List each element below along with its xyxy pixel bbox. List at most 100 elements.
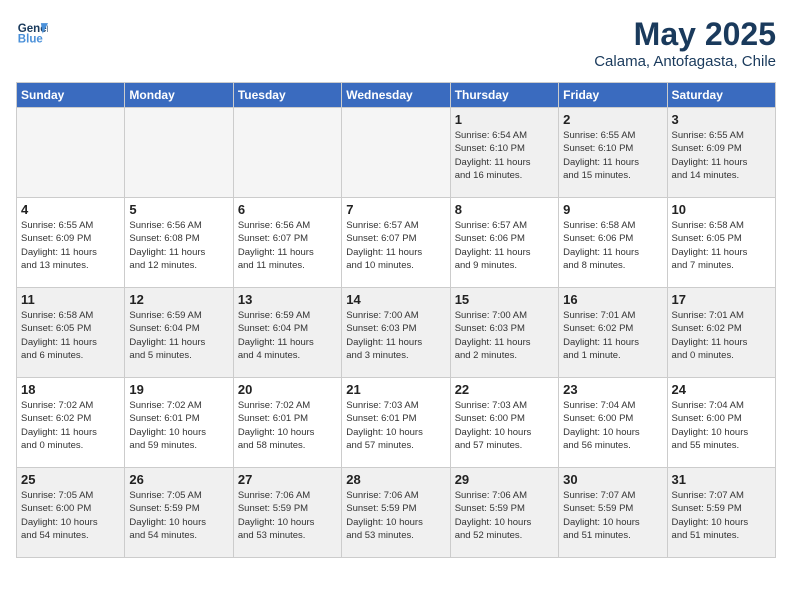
day-number: 21 <box>346 382 445 397</box>
calendar-cell <box>233 108 341 198</box>
week-row-5: 25 Sunrise: 7:05 AM Sunset: 6:00 PM Dayli… <box>17 468 776 558</box>
calendar-cell: 29Sunrise: 7:06 AM Sunset: 5:59 PM Dayli… <box>450 468 558 558</box>
day-info: Sunrise: 7:02 AM Sunset: 6:01 PM Dayligh… <box>129 399 228 452</box>
day-info: Sunrise: 6:59 AM Sunset: 6:04 PM Dayligh… <box>129 309 228 362</box>
day-number: 17 <box>672 292 771 307</box>
day-info: Sunrise: 7:06 AM Sunset: 5:59 PM Dayligh… <box>346 489 445 542</box>
day-number: 5 <box>129 202 228 217</box>
calendar-cell: 27 Sunrise: 7:06 AM Sunset: 5:59 PM Dayli… <box>233 468 341 558</box>
day-info: Sunrise: 7:03 AM Sunset: 6:00 PM Dayligh… <box>455 399 554 452</box>
day-info: Sunrise: 6:55 AM Sunset: 6:09 PM Dayligh… <box>21 219 120 272</box>
day-number: 10 <box>672 202 771 217</box>
day-info: Sunrise: 6:54 AM Sunset: 6:10 PM Dayligh… <box>455 129 554 182</box>
day-info: Sunrise: 7:04 AM Sunset: 6:00 PM Dayligh… <box>672 399 771 452</box>
calendar-cell: 31 Sunrise: 7:07 AM Sunset: 5:59 PM Dayli… <box>667 468 775 558</box>
day-info: Sunrise: 7:07 AM Sunset: 5:59 PM Dayligh… <box>563 489 662 542</box>
day-info: Sunrise: 6:55 AM Sunset: 6:09 PM Dayligh… <box>672 129 771 182</box>
calendar-cell: 9 Sunrise: 6:58 AM Sunset: 6:06 PM Daylig… <box>559 198 667 288</box>
day-number: 31 <box>672 472 771 487</box>
calendar-cell: 12Sunrise: 6:59 AM Sunset: 6:04 PM Dayli… <box>125 288 233 378</box>
day-number: 6 <box>238 202 337 217</box>
calendar-cell: 30Sunrise: 7:07 AM Sunset: 5:59 PM Dayli… <box>559 468 667 558</box>
day-info: Sunrise: 6:55 AM Sunset: 6:10 PM Dayligh… <box>563 129 662 182</box>
calendar-cell: 24 Sunrise: 7:04 AM Sunset: 6:00 PM Dayli… <box>667 378 775 468</box>
calendar-cell: 15 Sunrise: 7:00 AM Sunset: 6:03 PM Dayli… <box>450 288 558 378</box>
day-number: 11 <box>21 292 120 307</box>
calendar-cell: 14 Sunrise: 7:00 AM Sunset: 6:03 PM Dayli… <box>342 288 450 378</box>
day-info: Sunrise: 7:02 AM Sunset: 6:01 PM Dayligh… <box>238 399 337 452</box>
calendar-cell: 11 Sunrise: 6:58 AM Sunset: 6:05 PM Dayli… <box>17 288 125 378</box>
logo: General Blue <box>16 16 48 48</box>
day-number: 19 <box>129 382 228 397</box>
day-number: 9 <box>563 202 662 217</box>
day-number: 2 <box>563 112 662 127</box>
day-info: Sunrise: 7:04 AM Sunset: 6:00 PM Dayligh… <box>563 399 662 452</box>
day-info: Sunrise: 7:00 AM Sunset: 6:03 PM Dayligh… <box>346 309 445 362</box>
day-number: 23 <box>563 382 662 397</box>
week-row-3: 11 Sunrise: 6:58 AM Sunset: 6:05 PM Dayli… <box>17 288 776 378</box>
title-block: May 2025 Calama, Antofagasta, Chile <box>594 16 776 70</box>
calendar-cell: 2 Sunrise: 6:55 AM Sunset: 6:10 PM Daylig… <box>559 108 667 198</box>
day-info: Sunrise: 6:57 AM Sunset: 6:06 PM Dayligh… <box>455 219 554 272</box>
calendar-cell: 4 Sunrise: 6:55 AM Sunset: 6:09 PM Daylig… <box>17 198 125 288</box>
day-number: 15 <box>455 292 554 307</box>
day-number: 24 <box>672 382 771 397</box>
calendar-cell: 3 Sunrise: 6:55 AM Sunset: 6:09 PM Daylig… <box>667 108 775 198</box>
calendar-cell: 20 Sunrise: 7:02 AM Sunset: 6:01 PM Dayli… <box>233 378 341 468</box>
calendar-cell: 22 Sunrise: 7:03 AM Sunset: 6:00 PM Dayli… <box>450 378 558 468</box>
calendar-table: SundayMondayTuesdayWednesdayThursdayFrid… <box>16 82 776 558</box>
day-number: 1 <box>455 112 554 127</box>
day-info: Sunrise: 7:00 AM Sunset: 6:03 PM Dayligh… <box>455 309 554 362</box>
day-number: 29 <box>455 472 554 487</box>
week-row-4: 18Sunrise: 7:02 AM Sunset: 6:02 PM Dayli… <box>17 378 776 468</box>
day-info: Sunrise: 6:57 AM Sunset: 6:07 PM Dayligh… <box>346 219 445 272</box>
day-number: 4 <box>21 202 120 217</box>
day-number: 20 <box>238 382 337 397</box>
day-info: Sunrise: 6:56 AM Sunset: 6:07 PM Dayligh… <box>238 219 337 272</box>
day-info: Sunrise: 7:03 AM Sunset: 6:01 PM Dayligh… <box>346 399 445 452</box>
weekday-header-thursday: Thursday <box>450 83 558 108</box>
day-number: 3 <box>672 112 771 127</box>
day-info: Sunrise: 7:01 AM Sunset: 6:02 PM Dayligh… <box>672 309 771 362</box>
day-number: 25 <box>21 472 120 487</box>
calendar-cell <box>17 108 125 198</box>
weekday-header-row: SundayMondayTuesdayWednesdayThursdayFrid… <box>17 83 776 108</box>
day-info: Sunrise: 7:07 AM Sunset: 5:59 PM Dayligh… <box>672 489 771 542</box>
week-row-1: 1 Sunrise: 6:54 AM Sunset: 6:10 PM Daylig… <box>17 108 776 198</box>
day-number: 16 <box>563 292 662 307</box>
day-number: 8 <box>455 202 554 217</box>
location: Calama, Antofagasta, Chile <box>594 53 776 70</box>
day-number: 14 <box>346 292 445 307</box>
day-number: 28 <box>346 472 445 487</box>
day-number: 27 <box>238 472 337 487</box>
weekday-header-saturday: Saturday <box>667 83 775 108</box>
day-info: Sunrise: 7:05 AM Sunset: 6:00 PM Dayligh… <box>21 489 120 542</box>
logo-icon: General Blue <box>16 16 48 48</box>
day-info: Sunrise: 7:06 AM Sunset: 5:59 PM Dayligh… <box>238 489 337 542</box>
page-header: General Blue May 2025 Calama, Antofagast… <box>16 16 776 70</box>
day-info: Sunrise: 6:59 AM Sunset: 6:04 PM Dayligh… <box>238 309 337 362</box>
day-number: 7 <box>346 202 445 217</box>
day-info: Sunrise: 6:58 AM Sunset: 6:06 PM Dayligh… <box>563 219 662 272</box>
calendar-cell: 7 Sunrise: 6:57 AM Sunset: 6:07 PM Daylig… <box>342 198 450 288</box>
calendar-cell: 19 Sunrise: 7:02 AM Sunset: 6:01 PM Dayli… <box>125 378 233 468</box>
day-info: Sunrise: 6:58 AM Sunset: 6:05 PM Dayligh… <box>21 309 120 362</box>
day-info: Sunrise: 6:58 AM Sunset: 6:05 PM Dayligh… <box>672 219 771 272</box>
calendar-cell: 21 Sunrise: 7:03 AM Sunset: 6:01 PM Dayli… <box>342 378 450 468</box>
calendar-cell: 10 Sunrise: 6:58 AM Sunset: 6:05 PM Dayli… <box>667 198 775 288</box>
day-info: Sunrise: 7:02 AM Sunset: 6:02 PM Dayligh… <box>21 399 120 452</box>
weekday-header-sunday: Sunday <box>17 83 125 108</box>
day-number: 22 <box>455 382 554 397</box>
calendar-cell: 26Sunrise: 7:05 AM Sunset: 5:59 PM Dayli… <box>125 468 233 558</box>
calendar-cell <box>342 108 450 198</box>
day-number: 26 <box>129 472 228 487</box>
weekday-header-friday: Friday <box>559 83 667 108</box>
calendar-cell: 28 Sunrise: 7:06 AM Sunset: 5:59 PM Dayli… <box>342 468 450 558</box>
svg-text:Blue: Blue <box>18 34 44 46</box>
calendar-cell: 13Sunrise: 6:59 AM Sunset: 6:04 PM Dayli… <box>233 288 341 378</box>
day-info: Sunrise: 6:56 AM Sunset: 6:08 PM Dayligh… <box>129 219 228 272</box>
calendar-cell: 25 Sunrise: 7:05 AM Sunset: 6:00 PM Dayli… <box>17 468 125 558</box>
week-row-2: 4 Sunrise: 6:55 AM Sunset: 6:09 PM Daylig… <box>17 198 776 288</box>
weekday-header-tuesday: Tuesday <box>233 83 341 108</box>
calendar-cell: 8 Sunrise: 6:57 AM Sunset: 6:06 PM Daylig… <box>450 198 558 288</box>
